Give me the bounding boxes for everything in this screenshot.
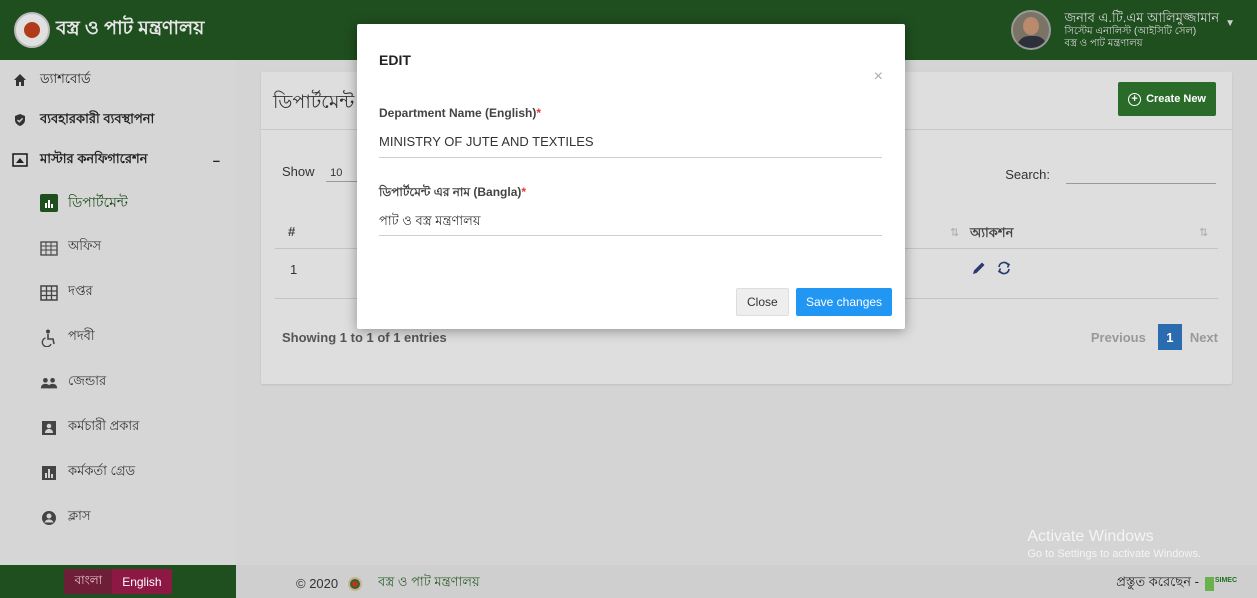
sidebar-item-user-management[interactable]: ব্যবহারকারী ব্যবস্থাপনা	[0, 100, 236, 140]
sidebar-item-label: ডিপার্টমেন্ট	[68, 193, 128, 210]
save-changes-button[interactable]: Save changes	[796, 288, 893, 316]
sidebar-item-designation[interactable]: পদবী	[0, 315, 236, 360]
badge-icon	[40, 419, 58, 437]
window-icon	[12, 152, 28, 168]
required-mark: *	[536, 106, 542, 120]
search-input[interactable]	[1066, 164, 1216, 184]
footer: বাংলা English © 2020 বস্ত্র ও পাট মন্ত্র…	[0, 565, 1257, 598]
footer-org-name: বস্ত্র ও পাট মন্ত্রণালয়	[378, 574, 480, 589]
sidebar-item-label: ক্লাস	[68, 508, 91, 523]
grid-icon	[40, 284, 58, 302]
previous-page-button[interactable]: Previous	[1091, 330, 1146, 345]
wheelchair-icon	[40, 329, 58, 347]
language-bangla-button[interactable]: বাংলা	[64, 569, 113, 594]
department-name-bangla-input[interactable]: পাট ও বস্ত্র মন্ত্রণালয়	[379, 208, 882, 236]
user-org: বস্ত্র ও পাট মন্ত্রণালয়	[1064, 37, 1143, 49]
close-button[interactable]: Close	[736, 288, 789, 316]
field-label-text: Department Name (English)	[379, 106, 537, 120]
edit-modal: EDIT × Department Name (English)* MINIST…	[357, 24, 905, 329]
close-icon[interactable]: ×	[874, 68, 883, 86]
sidebar-item-master-config[interactable]: মাস্টার কনফিগারেশন –	[0, 140, 236, 180]
sidebar-item-label: পদবী	[68, 328, 95, 343]
shield-icon	[12, 112, 28, 128]
government-seal-icon	[348, 576, 363, 591]
copyright: © 2020 বস্ত্র ও পাট মন্ত্রণালয়	[296, 573, 480, 594]
activation-watermark: Activate Windows Go to Settings to activ…	[1027, 528, 1201, 560]
plus-circle-icon: +	[1128, 92, 1142, 106]
vendor-logo-mark	[1205, 576, 1214, 591]
sidebar-item-gender[interactable]: জেন্ডার	[0, 360, 236, 405]
language-switcher: বাংলা English	[0, 565, 236, 598]
watermark-title: Activate Windows	[1027, 528, 1154, 545]
watermark-subtitle: Go to Settings to activate Windows.	[1027, 548, 1201, 560]
sidebar-item-label: কর্মচারী প্রকার	[68, 418, 140, 433]
building-icon	[40, 239, 58, 257]
column-header-index[interactable]: #	[288, 224, 295, 239]
search-label: Search:	[1005, 166, 1050, 182]
user-role: সিস্টেম এনালিস্ট (আইসিটি সেল)	[1064, 25, 1197, 37]
sidebar-item-label: ব্যবহারকারী ব্যবস্থাপনা	[40, 110, 155, 126]
department-name-english-input[interactable]: MINISTRY OF JUTE AND TEXTILES	[379, 130, 882, 158]
pagination: Previous 1 Next	[1091, 324, 1218, 350]
refresh-icon[interactable]	[995, 260, 1013, 279]
sidebar-item-label: কর্মকর্তা গ্রেড	[68, 463, 136, 478]
home-icon	[12, 72, 28, 88]
sort-icon[interactable]: ⇅	[950, 226, 959, 239]
collapse-toggle[interactable]: –	[213, 153, 220, 168]
sidebar-item-label: অফিস	[68, 238, 102, 253]
edit-pencil-icon[interactable]	[971, 260, 987, 279]
sidebar-item-label: জেন্ডার	[68, 373, 107, 388]
chevron-down-icon[interactable]: ▼	[1225, 18, 1235, 29]
search-control: Search:	[1005, 164, 1216, 184]
user-menu[interactable]: জনাব এ.টি.এম আলিমুজ্জামান সিস্টেম এনালিস…	[1010, 0, 1257, 60]
next-page-button[interactable]: Next	[1190, 330, 1218, 345]
current-page-button[interactable]: 1	[1157, 324, 1182, 350]
made-by: প্রস্তুত করেছেন - SIMEC	[1116, 573, 1237, 594]
show-label: Show	[282, 164, 315, 179]
page-title: ডিপার্টমেন্ট	[273, 92, 355, 113]
vendor-logo-text: SIMEC	[1214, 576, 1237, 584]
avatar	[1010, 10, 1051, 50]
modal-title: EDIT	[379, 52, 411, 68]
brand[interactable]: বস্ত্র ও পাট মন্ত্রণালয়	[0, 0, 236, 60]
sidebar-item-dafter[interactable]: দপ্তর	[0, 270, 236, 315]
sidebar-item-label: দপ্তর	[68, 283, 93, 298]
sidebar-item-employee-type[interactable]: কর্মচারী প্রকার	[0, 405, 236, 450]
table-info: Showing 1 to 1 of 1 entries	[282, 330, 447, 345]
create-new-label: Create New	[1146, 93, 1206, 105]
user-circle-icon	[40, 509, 58, 527]
row-actions	[971, 260, 1013, 279]
sidebar-item-office[interactable]: অফিস	[0, 225, 236, 270]
department-name-bangla-label: ডিপার্টমেন্ট এর নাম (Bangla)*	[379, 184, 526, 204]
bar-chart-icon	[40, 464, 58, 482]
vendor-logo[interactable]: SIMEC	[1205, 576, 1237, 591]
sidebar-item-officer-grade[interactable]: কর্মকর্তা গ্রেড	[0, 450, 236, 495]
column-header-action[interactable]: অ্যাকশন	[970, 224, 1013, 245]
sort-icon[interactable]: ⇅	[1199, 226, 1208, 239]
create-new-button[interactable]: + Create New	[1118, 82, 1216, 116]
copyright-text: © 2020	[296, 576, 339, 591]
required-mark: *	[521, 185, 527, 199]
sidebar-item-department[interactable]: ডিপার্টমেন্ট	[0, 180, 236, 225]
bar-chart-icon	[40, 193, 58, 212]
app-title: বস্ত্র ও পাট মন্ত্রণালয়	[56, 18, 205, 39]
sidebar-item-dashboard[interactable]: ড্যাশবোর্ড	[0, 60, 236, 100]
department-name-english-label: Department Name (English)*	[379, 106, 541, 120]
made-by-text: প্রস্তুত করেছেন -	[1116, 574, 1199, 589]
field-label-text: ডিপার্টমেন্ট এর নাম (Bangla)	[379, 185, 522, 199]
user-name: জনাব এ.টি.এম আলিমুজ্জামান	[1064, 10, 1220, 26]
table-cell-index: 1	[290, 262, 298, 277]
language-english-button[interactable]: English	[112, 569, 172, 594]
sidebar-item-label: ড্যাশবোর্ড	[40, 70, 91, 86]
sidebar-item-label: মাস্টার কনফিগারেশন	[40, 150, 148, 166]
user-info: জনাব এ.টি.এম আলিমুজ্জামান সিস্টেম এনালিস…	[1065, 10, 1220, 50]
government-logo-icon	[14, 12, 50, 48]
sidebar-item-class[interactable]: ক্লাস	[0, 495, 236, 540]
people-icon	[40, 374, 58, 392]
page-length-control: Show 10	[282, 164, 363, 182]
sidebar: ড্যাশবোর্ড ব্যবহারকারী ব্যবস্থাপনা মাস্ট…	[0, 60, 236, 565]
